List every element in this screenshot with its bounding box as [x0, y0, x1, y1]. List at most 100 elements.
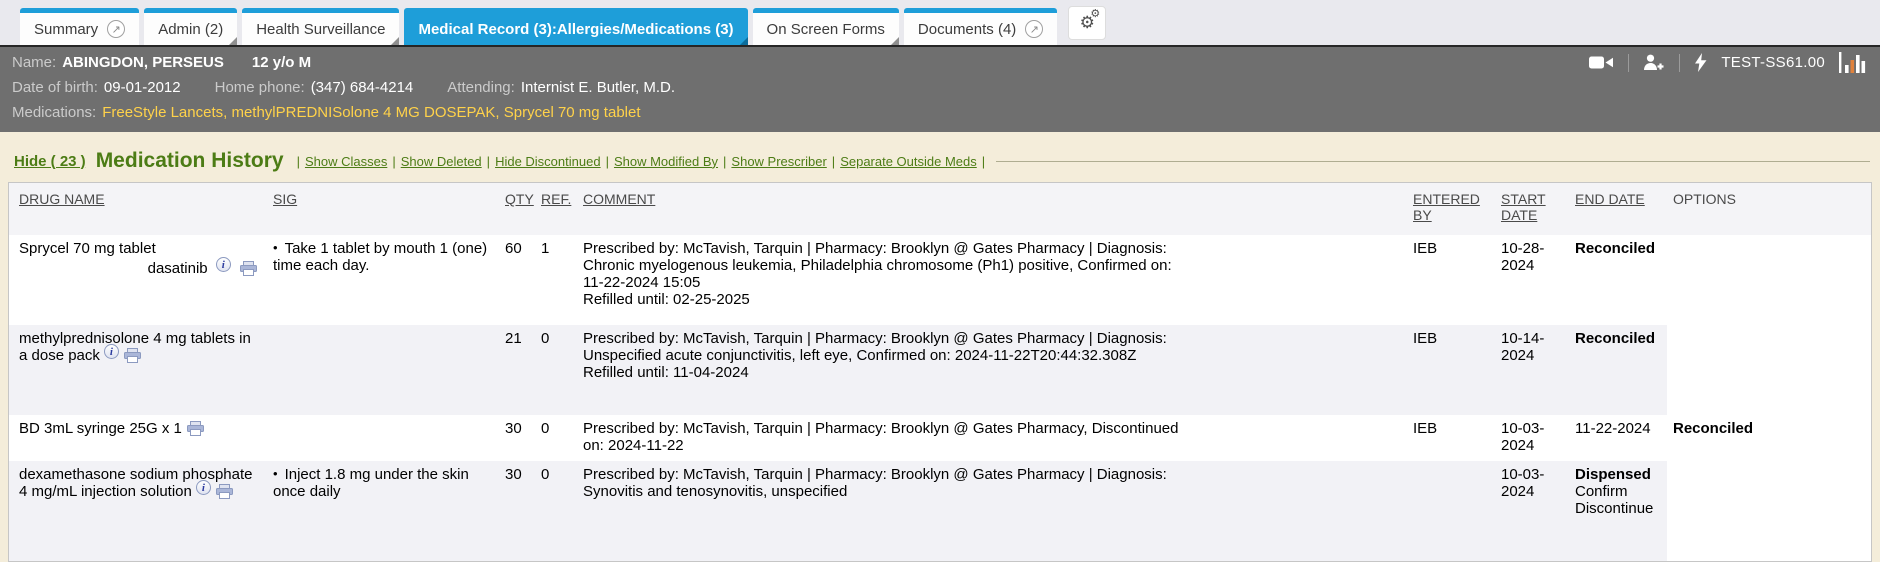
- home-phone-label: Home phone:: [215, 75, 305, 100]
- medication-row: Sprycel 70 mg tablet dasatinib i Take 1 …: [9, 235, 1871, 325]
- patient-medications-row: Medications: FreeStyle Lancets, methylPR…: [12, 100, 1866, 125]
- add-person-icon[interactable]: [1643, 54, 1665, 71]
- end-date-value: 11-22-2024: [1569, 415, 1667, 461]
- start-date-value: 10-03-2024: [1495, 461, 1569, 561]
- separator: |: [392, 154, 395, 169]
- dob-value: 09-01-2012: [104, 75, 181, 100]
- separator: |: [297, 154, 300, 169]
- home-phone-value: (347) 684-4214: [311, 75, 414, 100]
- entered-by-value: IEB: [1407, 325, 1495, 415]
- tab-admin[interactable]: Admin (2): [144, 8, 237, 45]
- tab-on-screen-forms[interactable]: On Screen Forms: [753, 8, 899, 45]
- comment-text: Prescribed by: McTavish, Tarquin | Pharm…: [583, 466, 1183, 500]
- medication-history-table: DRUG NAME SIG QTY REF. COMMENT ENTERED B…: [8, 182, 1872, 562]
- sig-text: Inject 1.8 mg under the skin once daily: [273, 466, 493, 500]
- settings-button[interactable]: ⚙ ⚙: [1068, 6, 1106, 40]
- comment-text: Prescribed by: McTavish, Tarquin | Pharm…: [583, 240, 1183, 291]
- ref-value: 0: [535, 325, 577, 415]
- tab-medical-record-allergies-medications[interactable]: Medical Record (3):Allergies/Medications…: [404, 8, 747, 45]
- col-header-ref[interactable]: REF.: [535, 183, 577, 235]
- patient-name-row: Name: ABINGDON, PERSEUS 12 y/o M TEST-SS…: [12, 50, 1866, 75]
- divider: [1628, 54, 1629, 72]
- entered-by-value: [1407, 461, 1495, 561]
- col-header-qty[interactable]: QTY: [499, 183, 535, 235]
- start-date-value: 10-03-2024: [1495, 415, 1569, 461]
- separator: |: [606, 154, 609, 169]
- patient-name: ABINGDON, PERSEUS: [62, 50, 224, 75]
- entered-by-value: IEB: [1407, 235, 1495, 325]
- show-deleted-link[interactable]: Show Deleted: [401, 154, 482, 169]
- refill-until-text: Refilled until: 02-25-2025: [583, 291, 1183, 308]
- medication-history-toolbar: Hide ( 23 ) Medication History | Show Cl…: [14, 149, 1870, 173]
- sig-text: Take 1 tablet by mouth 1 (one) time each…: [273, 240, 493, 274]
- status-reconciled: Reconciled: [1575, 240, 1655, 257]
- print-icon[interactable]: [240, 261, 257, 276]
- col-header-options: OPTIONS: [1667, 183, 1871, 235]
- drug-name: Sprycel 70 mg tablet: [19, 240, 259, 257]
- tab-summary-label: Summary: [34, 21, 98, 38]
- banner-actions: TEST-SS61.00: [1589, 50, 1866, 75]
- drug-name-text: BD 3mL syringe 25G x 1: [19, 420, 182, 437]
- open-in-new-icon[interactable]: ↗: [107, 20, 125, 38]
- entered-by-value: IEB: [1407, 415, 1495, 461]
- separator: |: [832, 154, 835, 169]
- drug-info-icon[interactable]: i: [196, 480, 211, 495]
- discontinue-action[interactable]: Discontinue: [1575, 500, 1653, 517]
- name-label: Name:: [12, 50, 56, 75]
- show-prescriber-link[interactable]: Show Prescriber: [731, 154, 826, 169]
- qty-value: 30: [499, 415, 535, 461]
- separator: |: [723, 154, 726, 169]
- hide-discontinued-link[interactable]: Hide Discontinued: [495, 154, 601, 169]
- qty-value: 21: [499, 325, 535, 415]
- col-header-drug-name[interactable]: DRUG NAME: [9, 183, 267, 235]
- tab-health-surveillance[interactable]: Health Surveillance: [242, 8, 399, 45]
- tab-admin-label: Admin (2): [158, 21, 223, 38]
- tab-summary[interactable]: Summary ↗: [20, 8, 139, 45]
- col-header-end-date[interactable]: END DATE: [1569, 183, 1667, 235]
- tab-bar: Summary ↗ Admin (2) Health Surveillance …: [0, 0, 1880, 47]
- print-icon[interactable]: [124, 348, 141, 363]
- separate-outside-meds-link[interactable]: Separate Outside Meds: [840, 154, 977, 169]
- drug-name: BD 3mL syringe 25G x 1: [19, 420, 259, 437]
- show-classes-link[interactable]: Show Classes: [305, 154, 387, 169]
- open-in-new-icon[interactable]: ↗: [1025, 20, 1043, 38]
- growth-chart-icon[interactable]: [1839, 52, 1866, 73]
- hide-count-link[interactable]: Hide ( 23 ): [14, 153, 86, 170]
- drug-generic-name: dasatinib: [148, 260, 208, 277]
- print-icon[interactable]: [187, 421, 204, 436]
- ref-value: 0: [535, 461, 577, 561]
- ref-value: 1: [535, 235, 577, 325]
- medications-list: FreeStyle Lancets, methylPREDNISolone 4 …: [102, 100, 640, 125]
- table-header-row: DRUG NAME SIG QTY REF. COMMENT ENTERED B…: [9, 183, 1871, 235]
- video-camera-icon[interactable]: [1589, 54, 1614, 71]
- drug-info-icon[interactable]: i: [104, 344, 119, 359]
- medication-history-title: Medication History: [96, 149, 284, 173]
- tab-health-surveillance-label: Health Surveillance: [256, 21, 385, 38]
- show-modified-by-link[interactable]: Show Modified By: [614, 154, 718, 169]
- gear-small-icon: ⚙: [1090, 9, 1100, 20]
- status-reconciled: Reconciled: [1673, 420, 1753, 437]
- patient-demographics-row: Date of birth: 09-01-2012 Home phone: (3…: [12, 75, 1866, 100]
- tab-documents[interactable]: Documents (4) ↗: [904, 8, 1057, 45]
- col-header-sig[interactable]: SIG: [267, 183, 499, 235]
- print-icon[interactable]: [216, 484, 233, 499]
- drug-name: methylprednisolone 4 mg tablets in a dos…: [19, 330, 259, 364]
- tab-documents-label: Documents (4): [918, 21, 1016, 38]
- medication-row: dexamethasone sodium phosphate 4 mg/mL i…: [9, 461, 1871, 561]
- attending-label: Attending:: [447, 75, 515, 100]
- confirm-action[interactable]: Confirm: [1575, 483, 1628, 500]
- col-header-entered-by[interactable]: ENTERED BY: [1407, 183, 1495, 235]
- start-date-value: 10-28-2024: [1495, 235, 1569, 325]
- separator: |: [487, 154, 490, 169]
- dob-label: Date of birth:: [12, 75, 98, 100]
- lightning-bolt-icon[interactable]: [1694, 53, 1707, 72]
- drug-info-icon[interactable]: i: [216, 257, 231, 272]
- qty-value: 60: [499, 235, 535, 325]
- toolbar-rule: [996, 161, 1870, 162]
- col-header-start-date[interactable]: START DATE: [1495, 183, 1569, 235]
- comment-text: Prescribed by: McTavish, Tarquin | Pharm…: [583, 420, 1183, 454]
- col-header-comment[interactable]: COMMENT: [577, 183, 1407, 235]
- comment-text: Prescribed by: McTavish, Tarquin | Pharm…: [583, 330, 1183, 364]
- separator: |: [982, 154, 985, 169]
- qty-value: 30: [499, 461, 535, 561]
